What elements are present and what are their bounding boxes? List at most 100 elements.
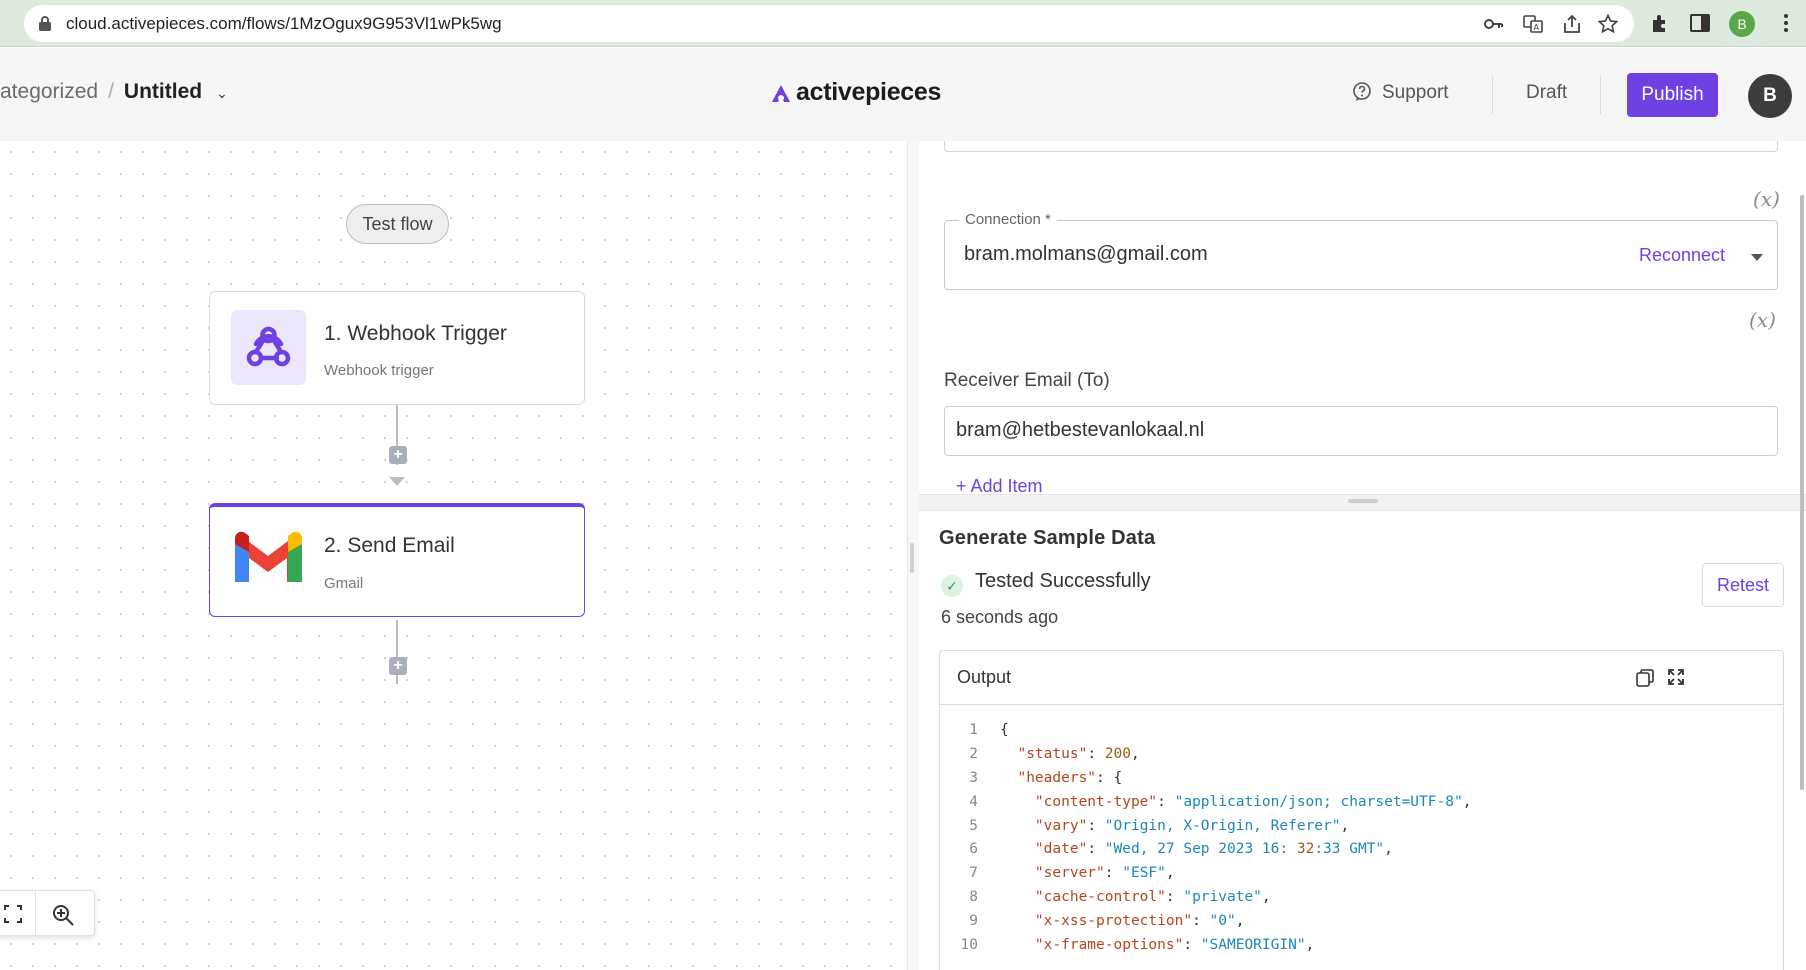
receiver-email-input[interactable]: bram@hetbestevanlokaal.nl (944, 406, 1778, 456)
test-status: ✓ Tested Successfully (941, 570, 1151, 597)
line-number: 8 (969, 889, 978, 906)
insert-variable-icon[interactable]: (x) (1749, 308, 1776, 332)
line-number: 2 (969, 745, 978, 762)
add-step-button[interactable]: + (389, 657, 407, 675)
sample-panel-resize-handle[interactable] (919, 494, 1806, 511)
logo-text: activepieces (796, 78, 942, 106)
previous-field[interactable] (944, 141, 1778, 152)
output-title: Output (957, 667, 1012, 687)
output-code[interactable]: 1{2 "status": 200, 3 "headers": {4 "conte… (940, 719, 1783, 958)
key-icon[interactable] (1483, 14, 1503, 34)
code-line: 6 "date": "Wed, 27 Sep 2023 16: 32:33 GM… (940, 838, 1783, 862)
resize-grip-icon (1348, 499, 1378, 503)
code-text: "status": 200, (1017, 745, 1140, 762)
app-header: ategorized / Untitled ⌄ activepieces Suppor… (0, 48, 1806, 141)
code-text: "x-xss-protection": "0", (1034, 913, 1245, 930)
step-title: 1. Webhook Trigger (324, 322, 507, 345)
test-flow-button[interactable]: Test flow (346, 204, 449, 244)
connector-arrow-icon (389, 477, 405, 486)
user-avatar[interactable]: B (1748, 74, 1792, 118)
panel-resize-handle[interactable] (907, 141, 919, 970)
translate-icon[interactable]: A (1523, 14, 1543, 34)
line-number: 5 (969, 817, 978, 834)
browser-toolbar: cloud.activepieces.com/flows/1MzOgux9G95… (0, 0, 1806, 47)
receiver-email-value[interactable]: bram@hetbestevanlokaal.nl (956, 419, 1204, 442)
browser-profile-avatar[interactable]: B (1729, 11, 1755, 37)
step-title: 2. Send Email (324, 534, 455, 557)
fit-view-icon[interactable] (3, 904, 23, 924)
receiver-email-label: Receiver Email (To) (944, 370, 1110, 391)
svg-text:A: A (1534, 23, 1540, 32)
connection-value: bram.molmans@gmail.com (964, 243, 1208, 265)
code-text: "cache-control": "private", (1034, 889, 1271, 906)
code-text: { (1000, 722, 1009, 738)
reconnect-link[interactable]: Reconnect (1639, 245, 1725, 266)
step-send-email[interactable]: 2. Send Email Gmail (209, 503, 585, 617)
output-viewer: Output 1{2 "status": 200, 3 "headers": {4… (939, 650, 1784, 970)
connection-legend: Connection * (959, 211, 1057, 228)
step-icon-box (231, 522, 306, 597)
lock-icon (39, 16, 51, 31)
retest-button[interactable]: Retest (1702, 563, 1784, 607)
code-text: "x-frame-options": "SAMEORIGIN", (1034, 937, 1315, 954)
line-number: 1 (969, 722, 978, 738)
breadcrumb-folder[interactable]: ategorized (0, 80, 98, 103)
code-line: 2 "status": 200, (940, 743, 1783, 767)
gmail-icon (235, 531, 302, 582)
header-divider (1492, 76, 1493, 114)
zoom-controls (0, 890, 95, 937)
step-icon-box (231, 310, 306, 385)
address-bar[interactable]: cloud.activepieces.com/flows/1MzOgux9G95… (24, 5, 1634, 42)
code-line: 10 "x-frame-options": "SAMEORIGIN", (940, 934, 1783, 958)
insert-variable-icon[interactable]: (x) (1753, 187, 1780, 211)
test-status-text: Tested Successfully (975, 570, 1151, 592)
code-line: 7 "server": "ESF", (940, 862, 1783, 886)
breadcrumb: ategorized / Untitled ⌄ (0, 80, 228, 104)
line-number: 7 (969, 865, 978, 882)
publish-button[interactable]: Publish (1627, 73, 1718, 117)
url-text[interactable]: cloud.activepieces.com/flows/1MzOgux9G95… (66, 14, 502, 34)
extensions-icon[interactable] (1649, 12, 1671, 34)
line-number: 9 (969, 913, 978, 930)
code-line: 9 "x-xss-protection": "0", (940, 910, 1783, 934)
more-vert-icon[interactable] (1775, 12, 1797, 34)
step-settings-panel: (x) Connection * bram.molmans@gmail.com … (919, 141, 1806, 970)
code-line: 5 "vary": "Origin, X-Origin, Referer", (940, 815, 1783, 839)
line-number: 4 (969, 793, 978, 810)
bookmark-star-icon[interactable] (1598, 14, 1618, 34)
code-line: 4 "content-type": "application/json; cha… (940, 791, 1783, 815)
code-text: "headers": { (1017, 769, 1123, 786)
test-timestamp: 6 seconds ago (941, 607, 1059, 627)
check-circle-icon: ✓ (941, 575, 963, 597)
step-webhook-trigger[interactable]: 1. Webhook Trigger Webhook trigger (209, 291, 585, 405)
code-line: 1{ (940, 719, 1783, 743)
zoom-in-icon[interactable] (51, 903, 75, 927)
flow-canvas[interactable]: Test flow 1. Webhook Trigger Webhook tri… (0, 141, 907, 970)
zoom-divider (35, 891, 36, 937)
copy-icon[interactable] (1636, 669, 1654, 687)
app-logo[interactable]: activepieces (770, 78, 941, 107)
generate-sample-title: Generate Sample Data (939, 527, 1156, 549)
panel-scrollbar[interactable] (1800, 195, 1804, 790)
step-subtitle: Gmail (324, 575, 364, 592)
support-icon (1353, 82, 1371, 101)
draft-status[interactable]: Draft (1526, 82, 1567, 104)
support-button[interactable]: Support (1352, 82, 1449, 104)
line-number: 3 (969, 769, 978, 786)
dropdown-caret-icon[interactable] (1751, 254, 1763, 261)
line-number: 10 (960, 937, 978, 954)
step-subtitle: Webhook trigger (324, 362, 434, 379)
add-step-button[interactable]: + (389, 446, 407, 464)
side-panel-icon[interactable] (1689, 12, 1711, 34)
code-text: "date": "Wed, 27 Sep 2023 16: 32:33 GMT"… (1034, 841, 1393, 858)
breadcrumb-separator: / (108, 80, 114, 103)
activepieces-logo-icon (772, 85, 790, 102)
line-number: 6 (969, 841, 978, 858)
flow-name[interactable]: Untitled (124, 80, 202, 103)
expand-icon[interactable] (1667, 668, 1685, 686)
chevron-down-icon[interactable]: ⌄ (216, 85, 228, 101)
support-label: Support (1382, 82, 1449, 103)
code-line: 3 "headers": { (940, 767, 1783, 791)
connection-field[interactable]: Connection * bram.molmans@gmail.com Reco… (944, 211, 1778, 290)
share-icon[interactable] (1562, 14, 1582, 34)
